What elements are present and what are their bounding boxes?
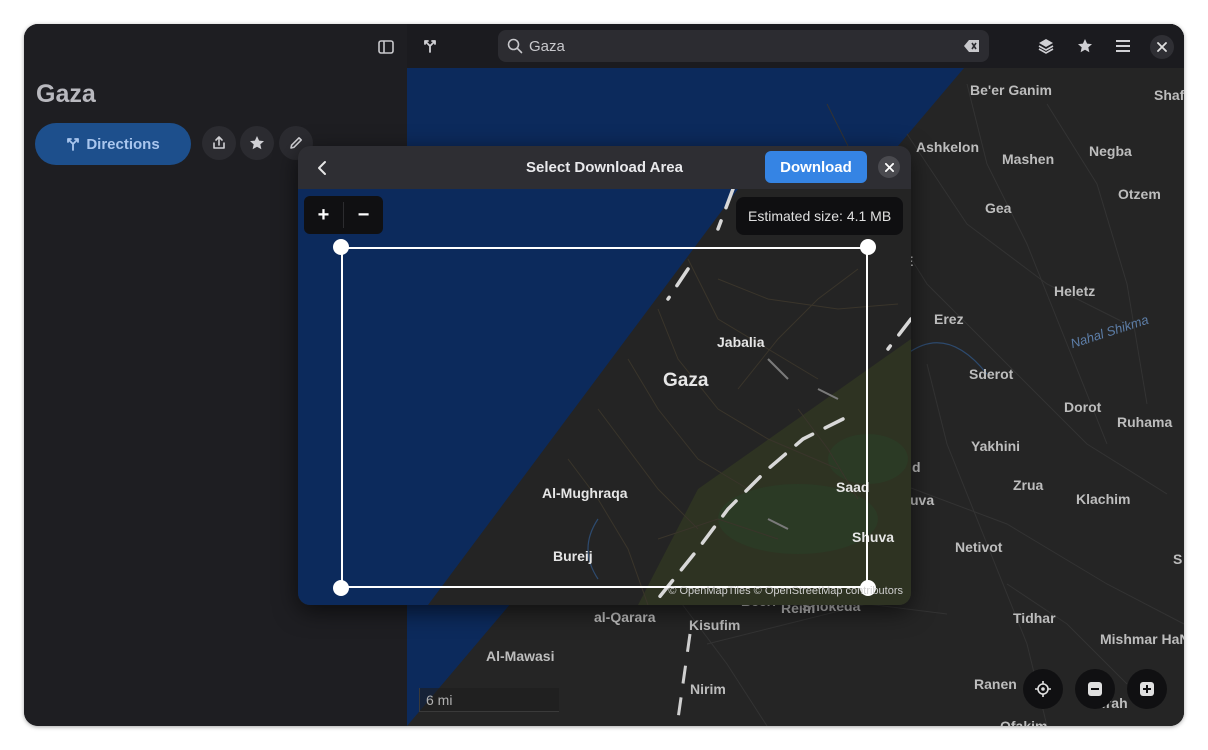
close-window-button[interactable]: [1150, 35, 1174, 59]
hamburger-menu-icon: [1116, 40, 1130, 52]
chevron-left-icon: [318, 161, 326, 175]
map-zoom-in-button[interactable]: [1127, 669, 1167, 709]
map-label: Netivot: [955, 539, 1003, 555]
map-label: Negba: [1089, 143, 1132, 159]
map-label: Mashen: [1002, 151, 1055, 167]
share-button[interactable]: [202, 126, 236, 160]
map-label: Yakhini: [971, 438, 1021, 454]
back-button[interactable]: [308, 154, 336, 182]
close-icon: [884, 162, 894, 172]
selection-handle-top-left[interactable]: [333, 239, 349, 255]
search-input[interactable]: [527, 36, 931, 56]
zoom-out-button[interactable]: −: [344, 196, 383, 234]
map-label: Otzem: [1118, 186, 1161, 202]
locate-button[interactable]: [1023, 669, 1063, 709]
place-title: Gaza: [36, 80, 96, 108]
map-label: Ranen: [974, 676, 1017, 692]
selection-handle-top-right[interactable]: [860, 239, 876, 255]
map-label: Sderot: [969, 366, 1014, 382]
map-label: Mishmar HaN: [1100, 631, 1184, 647]
route-button[interactable]: [416, 33, 444, 59]
download-area-map[interactable]: Jabalia Gaza Al-Mughraqa Bureij Saad Shu…: [298, 189, 911, 605]
favorites-button[interactable]: [1071, 33, 1099, 59]
directions-button[interactable]: Directions: [35, 123, 191, 165]
star-icon: [250, 136, 264, 150]
sidebar-icon: [378, 40, 394, 54]
star-icon: [1078, 39, 1092, 53]
location-icon: [1035, 681, 1051, 697]
map-label: Nirim: [690, 681, 726, 697]
estimated-size-label: Estimated size: 4.1 MB: [736, 197, 904, 235]
directions-icon: [67, 138, 80, 151]
map-label: Heletz: [1054, 283, 1096, 299]
search-icon: [507, 38, 523, 54]
selection-handle-bottom-left[interactable]: [333, 580, 349, 596]
dialog-header: Select Download Area Download: [298, 146, 911, 189]
sidebar-toggle-button[interactable]: [370, 34, 402, 60]
map-label: Shaf: [1154, 87, 1184, 103]
map-label: Tidhar: [1013, 610, 1056, 626]
zoom-in-button[interactable]: +: [304, 196, 343, 234]
map-label: Gea: [985, 200, 1012, 216]
map-label: Be'er Ganim: [970, 82, 1052, 98]
map-zoom-out-button[interactable]: [1075, 669, 1115, 709]
map-label: d: [912, 459, 921, 475]
header-bar: [407, 24, 1184, 68]
favorite-button[interactable]: [240, 126, 274, 160]
map-label: Kisufim: [689, 617, 741, 633]
plus-square-icon: [1140, 682, 1154, 696]
directions-label: Directions: [86, 135, 160, 153]
map-attribution: © OpenMapTiles © OpenStreetMap contribut…: [668, 585, 903, 597]
zoom-controls: + −: [304, 196, 383, 234]
download-button[interactable]: Download: [765, 151, 867, 183]
map-label: uva: [910, 492, 935, 508]
map-label: Dorot: [1064, 399, 1102, 415]
app-window: Gaza Directions Be'er Ganim Shaf Ashkelo…: [24, 24, 1184, 726]
directions-icon: [424, 40, 436, 53]
dialog-close-button[interactable]: [878, 156, 900, 178]
minus-square-icon: [1088, 682, 1102, 696]
layers-button[interactable]: [1032, 33, 1060, 59]
share-icon: [213, 136, 225, 149]
backspace-icon: [964, 40, 979, 52]
map-label: Erez: [934, 311, 964, 327]
map-label: Ofakim: [1000, 718, 1048, 726]
map-label: Ashkelon: [916, 139, 980, 155]
map-scale: 6 mi: [419, 688, 559, 712]
map-label: Klachim: [1076, 491, 1131, 507]
map-label: S: [1173, 551, 1183, 567]
selection-rectangle[interactable]: [341, 247, 868, 588]
close-icon: [1157, 42, 1167, 52]
search-bar[interactable]: [498, 30, 989, 62]
main-menu-button[interactable]: [1109, 33, 1137, 59]
map-label: al-Qarara: [594, 609, 656, 625]
map-label: Al-Mawasi: [486, 648, 555, 664]
layers-icon: [1038, 39, 1054, 54]
map-label: Ruhama: [1117, 414, 1173, 430]
map-label: Zrua: [1013, 477, 1044, 493]
select-download-area-dialog: Jabalia Gaza Al-Mughraqa Bureij Saad Shu…: [298, 146, 911, 605]
clear-search-button[interactable]: [963, 38, 981, 59]
